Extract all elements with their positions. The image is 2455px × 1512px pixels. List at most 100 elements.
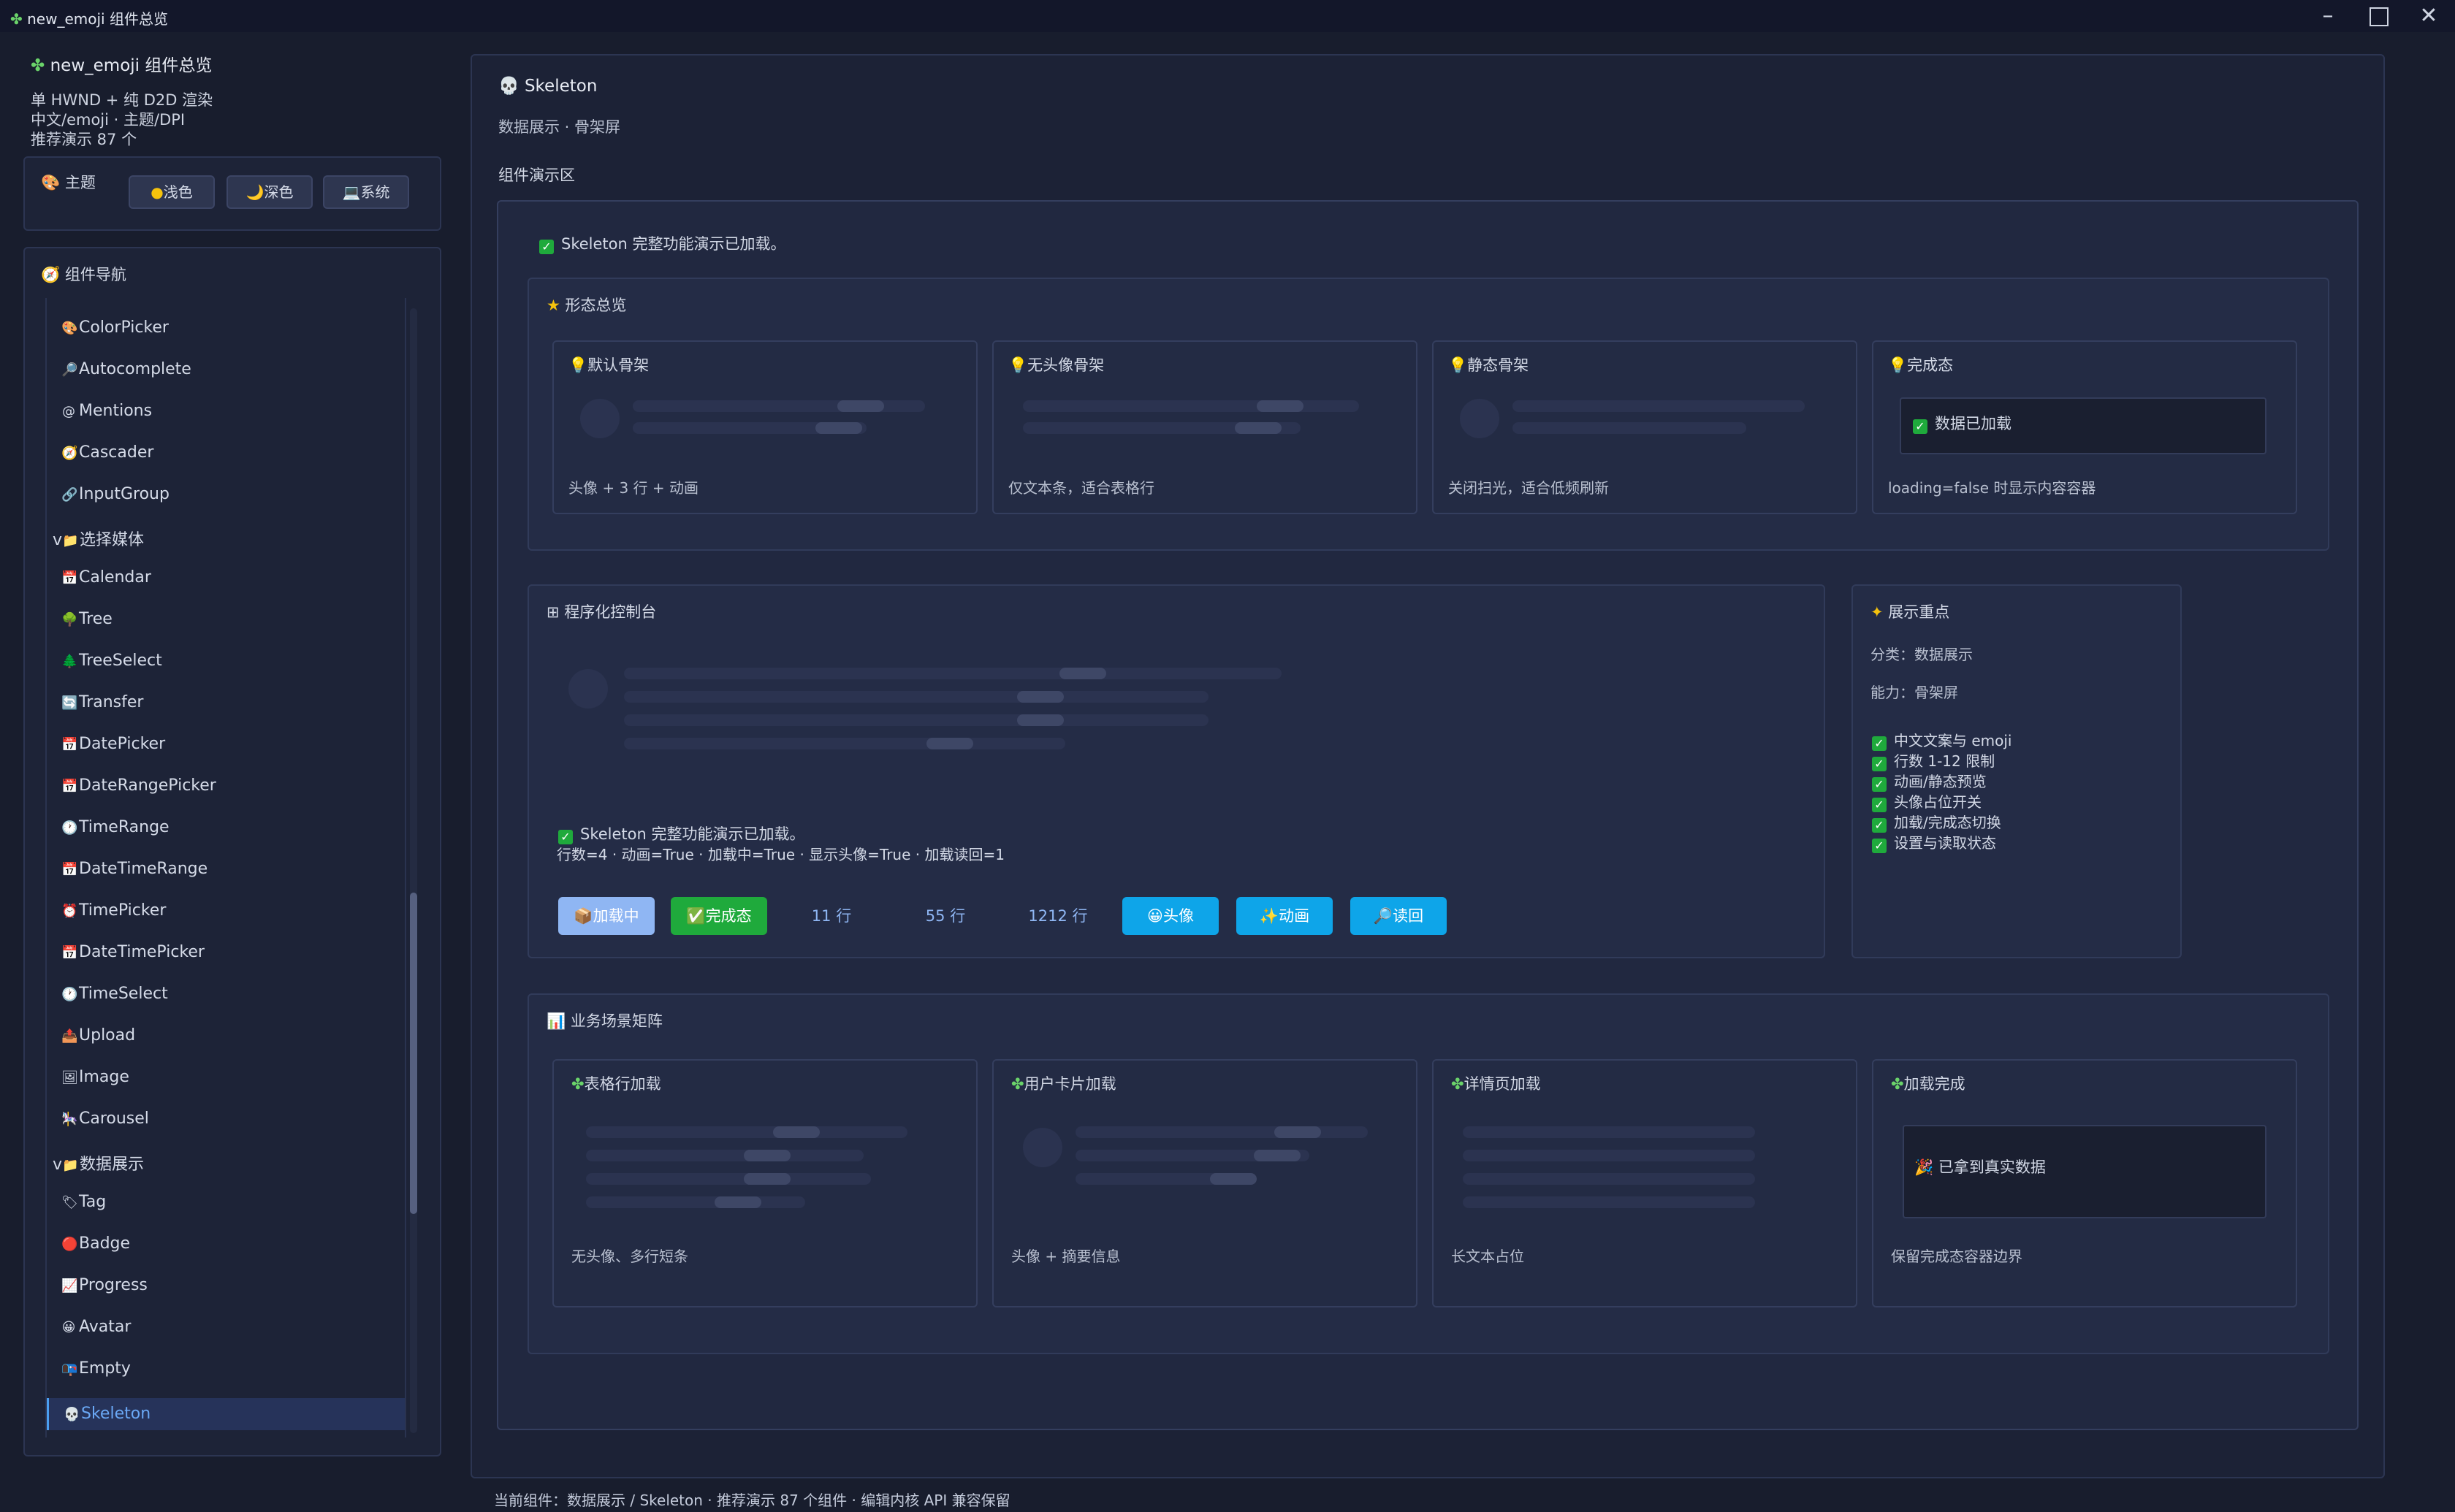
- check-icon: ✓: [1872, 839, 1887, 853]
- card-title: 💡静态骨架: [1448, 356, 1529, 374]
- overview-card-1: 💡无头像骨架 仅文本条，适合表格行: [992, 340, 1417, 514]
- focus-item-4: ✓ 加载/完成态切换: [1872, 811, 2001, 833]
- lightbulb-icon: 💡: [1888, 356, 1908, 374]
- sidebar-item-2[interactable]: @ Mentions: [61, 402, 152, 428]
- overview-section: ★ 形态总览 💡默认骨架 头像 + 3 行 + 动画 💡无头像骨架 仅文本条，适合表格…: [528, 278, 2329, 551]
- sidebar-item-11[interactable]: 📅DateRangePicker: [61, 776, 216, 803]
- nav-title: 🧭 组件导航: [41, 266, 126, 283]
- rows-1-button[interactable]: 11 行: [783, 897, 880, 935]
- check-icon: ✓: [1872, 818, 1887, 833]
- nav-icon: 🕐: [61, 987, 78, 1002]
- sidebar-item-21[interactable]: 🏷Tag: [61, 1193, 106, 1219]
- nav-icon: 🎨: [61, 321, 78, 336]
- sidebar-item-9[interactable]: 🔄Transfer: [61, 693, 143, 719]
- nav-group-20[interactable]: v📁数据展示: [53, 1151, 144, 1177]
- title-bar: ✤ new_emoji 组件总览 – ✕: [0, 0, 2455, 32]
- sidebar-item-19[interactable]: 🎠Carousel: [61, 1110, 149, 1136]
- theme-system-button[interactable]: 💻系统: [323, 175, 409, 209]
- sidebar-item-label: DateTimeRange: [79, 860, 208, 878]
- sidebar-item-label: Upload: [79, 1026, 136, 1045]
- overview-card-2: 💡静态骨架关闭扫光，适合低频刷新: [1432, 340, 1857, 514]
- sidebar-item-14[interactable]: ⏰TimePicker: [61, 901, 166, 928]
- nav-icon: 📭: [61, 1362, 78, 1377]
- sidebar-item-26[interactable]: 💀Skeleton: [47, 1398, 405, 1430]
- nav-group-5[interactable]: v📁选择媒体: [53, 527, 144, 553]
- done-button[interactable]: ✅完成态: [671, 897, 767, 935]
- check-icon: ✓: [1913, 419, 1927, 434]
- sidebar-item-label: Avatar: [79, 1318, 132, 1336]
- animation-button[interactable]: ✨动画: [1236, 897, 1333, 935]
- sidebar-item-3[interactable]: 🧭Cascader: [61, 443, 153, 470]
- minimize-button[interactable]: –: [2306, 3, 2350, 29]
- nav-scrollbar[interactable]: [410, 308, 417, 1433]
- lightbulb-icon: 💡: [1448, 356, 1468, 374]
- card-title: ✤加载完成: [1891, 1075, 1965, 1093]
- overview-title: ★ 形态总览: [547, 297, 627, 314]
- sidebar-item-4[interactable]: 🔗InputGroup: [61, 485, 170, 511]
- sidebar-item-label: Tag: [79, 1193, 107, 1211]
- window-title: ✤ new_emoji 组件总览: [10, 10, 168, 28]
- loading-button[interactable]: 📦加载中: [558, 897, 655, 935]
- focus-item-3: ✓ 头像占位开关: [1872, 790, 1982, 812]
- overview-card-0: 💡默认骨架 头像 + 3 行 + 动画: [552, 340, 978, 514]
- check-icon: ✓: [558, 830, 573, 844]
- sidebar-item-label: Mentions: [79, 402, 153, 420]
- skull-icon: 💀: [498, 77, 519, 96]
- read-button[interactable]: 🔎读回: [1350, 897, 1447, 935]
- sidebar-item-label: TimeRange: [79, 818, 170, 836]
- close-button[interactable]: ✕: [2407, 3, 2451, 29]
- sidebar-item-24[interactable]: 😀 Avatar: [61, 1318, 132, 1344]
- expand-chevron-icon: v: [53, 1156, 63, 1174]
- sparkle-icon: ✦: [1870, 603, 1884, 621]
- sidebar-item-22[interactable]: 🔴Badge: [61, 1234, 130, 1261]
- rows-5-button[interactable]: 55 行: [897, 897, 994, 935]
- focus-item-5: ✓ 设置与读取状态: [1872, 831, 1996, 853]
- sidebar-item-label: TreeSelect: [79, 652, 162, 670]
- nav-icon: 🧭: [61, 446, 78, 461]
- check-icon: ✓: [1872, 777, 1887, 792]
- nav-icon: @: [62, 404, 75, 419]
- theme-dark-button[interactable]: 🌙深色: [227, 175, 313, 209]
- card-title: 💡无头像骨架: [1008, 356, 1105, 374]
- sidebar-item-13[interactable]: 📅DateTimeRange: [61, 860, 208, 886]
- console-section: ⊞ 程序化控制台 ✓ Skeleton 完整功能演示已加载。 行数=4 · 动画=…: [528, 584, 1825, 958]
- card-description: 关闭扫光，适合低频刷新: [1448, 479, 1609, 497]
- matrix-title: 📊 业务场景矩阵: [547, 1012, 663, 1030]
- sidebar-item-23[interactable]: 📈Progress: [61, 1276, 148, 1302]
- nav-icon: 📁: [62, 1158, 79, 1173]
- sidebar-item-25[interactable]: 📭Empty: [61, 1359, 131, 1386]
- sidebar-item-1[interactable]: 🔎Autocomplete: [61, 360, 191, 386]
- sidebar-item-label: DateTimePicker: [79, 943, 205, 961]
- sidebar-item-12[interactable]: 🕐TimeRange: [61, 818, 170, 844]
- nav-icon: 🔎: [61, 362, 78, 378]
- sidebar-item-6[interactable]: 📅Calendar: [61, 568, 151, 595]
- avatar-button[interactable]: 😀头像: [1122, 897, 1219, 935]
- rows-12-button[interactable]: 1212 行: [1010, 897, 1106, 935]
- maximize-button[interactable]: [2357, 3, 2401, 29]
- sidebar-item-0[interactable]: 🎨ColorPicker: [61, 318, 169, 345]
- sidebar-item-label: TimeSelect: [79, 985, 168, 1003]
- sidebar-item-15[interactable]: 📅DateTimePicker: [61, 943, 205, 969]
- sidebar-item-17[interactable]: 📤Upload: [61, 1026, 135, 1053]
- console-title: ⊞ 程序化控制台: [547, 603, 657, 621]
- nav-icon: 📅: [61, 570, 78, 586]
- party-icon: 🎉: [1914, 1158, 1934, 1176]
- nav-icon: 🏷: [61, 1195, 78, 1210]
- theme-light-button[interactable]: ●浅色: [129, 175, 215, 209]
- check-icon: ✓: [1872, 757, 1887, 771]
- puzzle-icon: ✤: [31, 56, 45, 75]
- nav-icon: 🔴: [61, 1237, 78, 1252]
- nav-icon: ⏰: [61, 904, 78, 919]
- sidebar-item-10[interactable]: 📅DatePicker: [61, 735, 165, 761]
- sidebar-item-7[interactable]: 🌳Tree: [61, 610, 113, 636]
- sidebar-item-8[interactable]: 🌲TreeSelect: [61, 652, 162, 678]
- sidebar-item-18[interactable]: 🖼Image: [61, 1068, 129, 1094]
- sidebar-item-16[interactable]: 🕐TimeSelect: [61, 985, 168, 1011]
- nav-icon: 🔄: [61, 695, 78, 711]
- nav-scrollbar-thumb[interactable]: [410, 893, 417, 1214]
- console-status: 行数=4 · 动画=True · 加载中=True · 显示头像=True · …: [557, 846, 1005, 863]
- sidebar-item-label: InputGroup: [79, 485, 170, 503]
- puzzle-icon: ✤: [1891, 1075, 1904, 1093]
- check-icon: ✓: [539, 240, 554, 254]
- console-message: ✓ Skeleton 完整功能演示已加载。: [558, 822, 804, 844]
